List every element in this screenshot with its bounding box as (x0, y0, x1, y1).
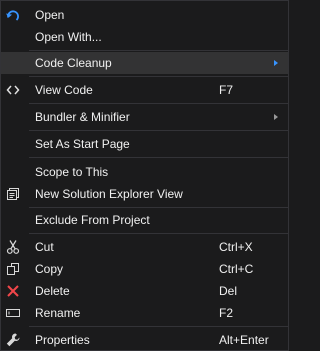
rename-icon (6, 309, 20, 317)
menu-item-shortcut: Del (219, 284, 238, 298)
menu-item-label: Delete (35, 284, 70, 298)
menu-item-scope-to-this[interactable]: Scope to This (1, 161, 288, 183)
menu-separator (29, 207, 288, 208)
menu-separator (29, 130, 288, 131)
menu-item-label: Open (35, 8, 65, 22)
menu-item-set-as-start-page[interactable]: Set As Start Page (1, 133, 288, 155)
menu-separator (29, 157, 288, 158)
menu-item-label: Properties (35, 333, 90, 347)
menu-item-label: Cut (35, 240, 54, 254)
menu-item-properties[interactable]: Properties Alt+Enter (1, 329, 288, 351)
menu-item-open-with[interactable]: Open With... (1, 26, 288, 48)
menu-item-new-solution-explorer-view[interactable]: New Solution Explorer View (1, 183, 288, 205)
scissors-icon (6, 240, 20, 254)
menu-item-cut[interactable]: Cut Ctrl+X (1, 236, 288, 258)
menu-item-open[interactable]: Open (1, 4, 288, 26)
context-menu: Open Open With... Code Cleanup View Code… (0, 0, 289, 351)
menu-item-code-cleanup[interactable]: Code Cleanup (1, 52, 288, 74)
menu-item-view-code[interactable]: View Code F7 (1, 79, 288, 101)
submenu-arrow-icon (274, 114, 278, 120)
menu-item-shortcut: Alt+Enter (219, 333, 269, 347)
menu-item-label: Copy (35, 262, 64, 276)
new-window-icon (7, 188, 19, 200)
menu-item-delete[interactable]: Delete Del (1, 280, 288, 302)
menu-item-label: New Solution Explorer View (35, 187, 183, 201)
menu-item-shortcut: Ctrl+C (219, 262, 254, 276)
menu-item-bundler-minifier[interactable]: Bundler & Minifier (1, 106, 288, 128)
wrench-icon (6, 333, 20, 347)
submenu-arrow-icon (274, 60, 278, 66)
menu-item-shortcut: F7 (219, 83, 234, 97)
menu-separator (29, 326, 288, 327)
menu-item-copy[interactable]: Copy Ctrl+C (1, 258, 288, 280)
menu-item-label: Code Cleanup (35, 56, 112, 70)
menu-separator (29, 50, 288, 51)
menu-item-label: Scope to This (35, 165, 109, 179)
menu-item-label: Rename (35, 306, 81, 320)
copy-icon (7, 263, 19, 275)
menu-item-shortcut: Ctrl+X (219, 240, 253, 254)
menu-separator (29, 103, 288, 104)
menu-item-rename[interactable]: Rename F2 (1, 302, 288, 324)
menu-item-shortcut: F2 (219, 306, 234, 320)
code-brackets-icon (6, 85, 20, 95)
menu-item-label: View Code (35, 83, 93, 97)
menu-separator (29, 76, 288, 77)
menu-item-label: Set As Start Page (35, 137, 130, 151)
menu-item-label: Bundler & Minifier (35, 110, 130, 124)
menu-item-label: Open With... (35, 30, 102, 44)
menu-separator (29, 233, 288, 234)
refresh-arrow-icon (6, 10, 19, 21)
delete-x-icon (7, 285, 19, 297)
menu-item-exclude-from-project[interactable]: Exclude From Project (1, 209, 288, 231)
menu-item-label: Exclude From Project (35, 213, 150, 227)
